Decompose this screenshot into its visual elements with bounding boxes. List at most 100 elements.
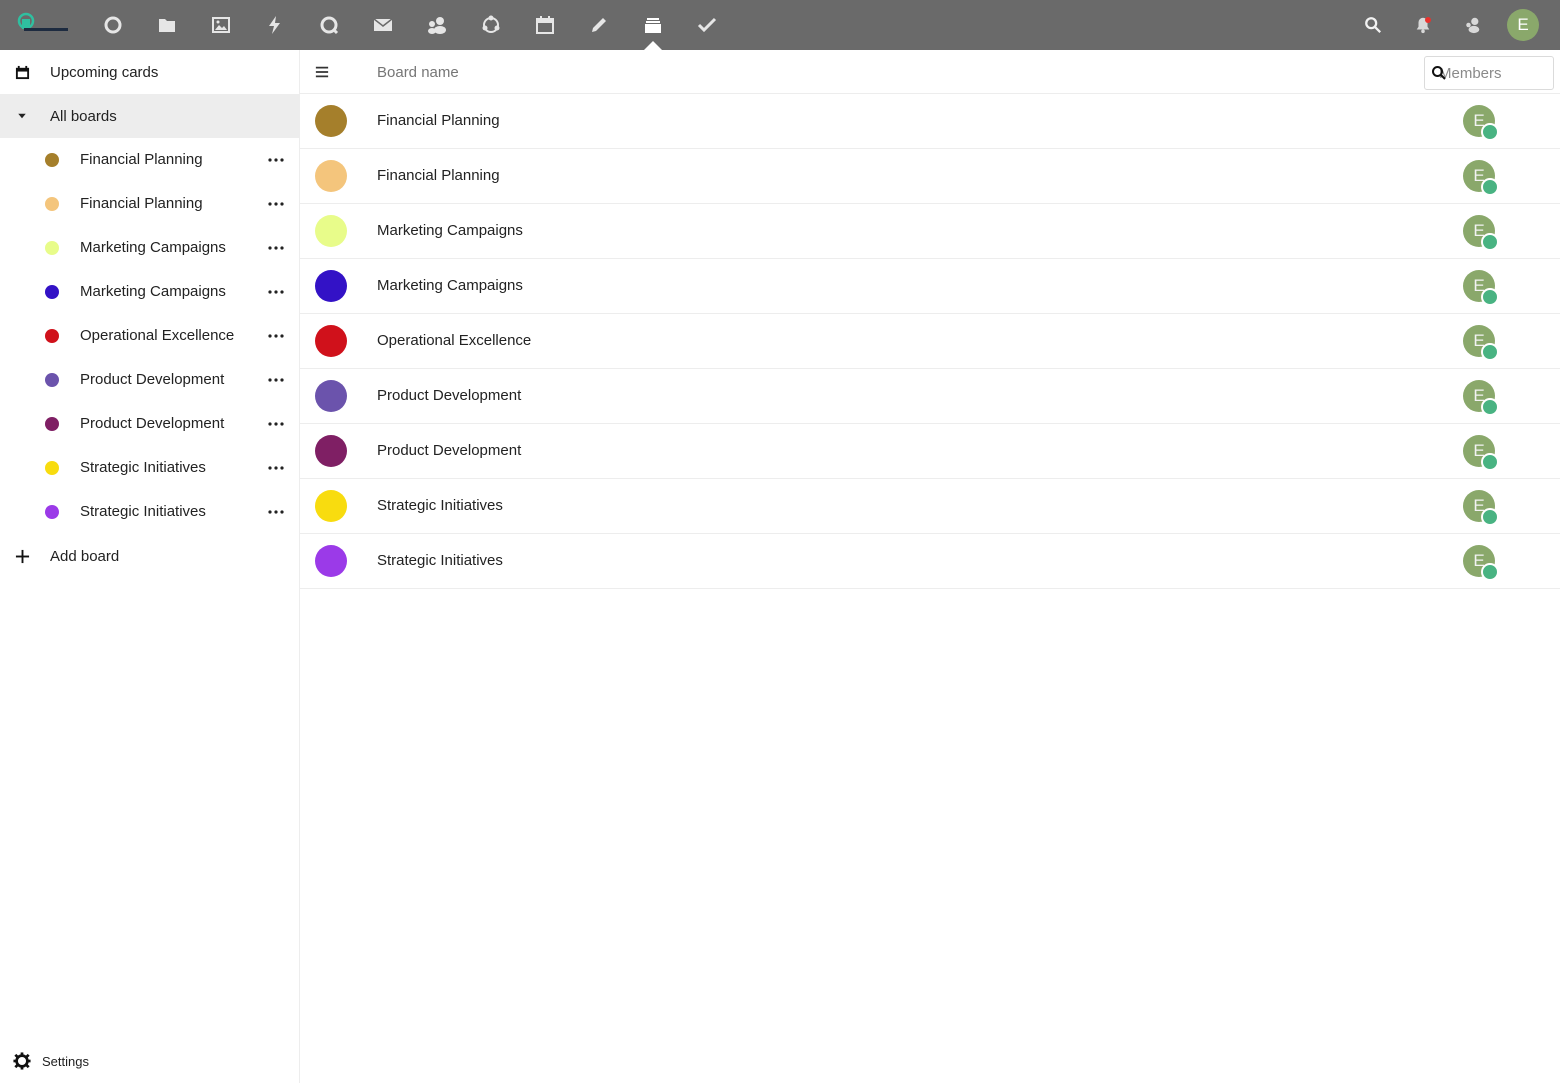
board-table-row[interactable]: Marketing Campaigns E — [300, 204, 1560, 259]
sidebar-board-item[interactable]: Operational Excellence — [0, 314, 299, 358]
nav-upcoming-cards[interactable]: Upcoming cards — [0, 50, 299, 94]
board-table-row[interactable]: Marketing Campaigns E — [300, 259, 1560, 314]
board-table-row[interactable]: Strategic Initiatives E — [300, 479, 1560, 534]
top-bar: E — [0, 0, 1560, 50]
more-options-icon[interactable] — [262, 411, 290, 437]
board-name: Financial Planning — [377, 167, 500, 184]
talk-icon[interactable] — [314, 10, 344, 40]
online-status-badge — [1481, 343, 1499, 361]
board-label: Financial Planning — [80, 195, 203, 212]
notification-badge — [1425, 17, 1431, 23]
board-table-row[interactable]: Financial Planning E — [300, 149, 1560, 204]
more-options-icon[interactable] — [262, 235, 290, 261]
active-app-indicator — [644, 41, 662, 50]
more-options-icon[interactable] — [262, 279, 290, 305]
board-color-circle — [315, 545, 347, 577]
contacts-icon[interactable] — [422, 10, 452, 40]
sidebar-board-item[interactable]: Product Development — [0, 402, 299, 446]
notifications-icon[interactable] — [1408, 10, 1438, 40]
online-status-badge — [1481, 563, 1499, 581]
member-avatar[interactable]: E — [1463, 160, 1499, 196]
more-options-icon[interactable] — [262, 367, 290, 393]
member-avatar[interactable]: E — [1463, 325, 1499, 361]
board-color-circle — [315, 490, 347, 522]
board-color-circle — [315, 325, 347, 357]
board-color-circle — [315, 435, 347, 467]
online-status-badge — [1481, 233, 1499, 251]
board-name: Strategic Initiatives — [377, 497, 503, 514]
board-table-row[interactable]: Product Development E — [300, 424, 1560, 479]
board-label: Strategic Initiatives — [80, 503, 206, 520]
member-avatar[interactable]: E — [1463, 435, 1499, 471]
activity-icon[interactable] — [260, 10, 290, 40]
more-options-icon[interactable] — [262, 191, 290, 217]
board-name: Financial Planning — [377, 112, 500, 129]
member-avatar[interactable]: E — [1463, 270, 1499, 306]
board-name: Strategic Initiatives — [377, 552, 503, 569]
board-name: Operational Excellence — [377, 332, 532, 349]
member-avatar[interactable]: E — [1463, 545, 1499, 581]
circles-icon[interactable] — [476, 10, 506, 40]
member-avatar[interactable]: E — [1463, 215, 1499, 251]
deck-icon[interactable] — [638, 10, 668, 40]
board-table-row[interactable]: Strategic Initiatives E — [300, 534, 1560, 589]
sidebar-board-item[interactable]: Financial Planning — [0, 138, 299, 182]
collapse-triangle-icon[interactable] — [14, 108, 30, 124]
board-name: Marketing Campaigns — [377, 277, 523, 294]
photos-icon[interactable] — [206, 10, 236, 40]
board-label: Strategic Initiatives — [80, 459, 206, 476]
nav-upcoming-label: Upcoming cards — [50, 63, 159, 81]
tasks-icon[interactable] — [692, 10, 722, 40]
files-icon[interactable] — [152, 10, 182, 40]
board-label: Marketing Campaigns — [80, 239, 226, 256]
board-table-row[interactable]: Operational Excellence E — [300, 314, 1560, 369]
members-filter[interactable] — [1424, 56, 1554, 90]
calendar-icon[interactable] — [530, 10, 560, 40]
contacts-menu-icon[interactable] — [1458, 10, 1488, 40]
table-header: Board name — [300, 50, 1560, 94]
sidebar-board-item[interactable]: Financial Planning — [0, 182, 299, 226]
online-status-badge — [1481, 398, 1499, 416]
more-options-icon[interactable] — [262, 455, 290, 481]
nav-all-boards[interactable]: All boards — [0, 94, 299, 138]
user-avatar[interactable]: E — [1507, 9, 1539, 41]
notes-icon[interactable] — [584, 10, 614, 40]
sidebar-board-item[interactable]: Strategic Initiatives — [0, 446, 299, 490]
board-color-dot — [45, 197, 59, 211]
sidebar-board-item[interactable]: Strategic Initiatives — [0, 490, 299, 534]
column-header-board-name: Board name — [377, 64, 459, 81]
online-status-badge — [1481, 123, 1499, 141]
main-content: Board name Financial PlanningEFinancial … — [300, 50, 1560, 1083]
board-color-dot — [45, 241, 59, 255]
nav-all-boards-label: All boards — [50, 107, 117, 125]
board-color-dot — [45, 329, 59, 343]
board-label: Marketing Campaigns — [80, 283, 226, 300]
member-avatar[interactable]: E — [1463, 380, 1499, 416]
board-label: Product Development — [80, 371, 225, 388]
logo[interactable] — [14, 10, 70, 40]
board-color-dot — [45, 505, 59, 519]
board-name: Product Development — [377, 387, 522, 404]
sidebar-board-item[interactable]: Marketing Campaigns — [0, 226, 299, 270]
more-options-icon[interactable] — [262, 499, 290, 525]
board-color-circle — [315, 270, 347, 302]
mail-icon[interactable] — [368, 10, 398, 40]
more-options-icon[interactable] — [262, 147, 290, 173]
more-options-icon[interactable] — [262, 323, 290, 349]
hamburger-menu-icon[interactable] — [312, 62, 332, 82]
sidebar-board-item[interactable]: Product Development — [0, 358, 299, 402]
add-board-button[interactable]: Add board — [0, 534, 299, 578]
board-table-row[interactable]: Financial Planning E — [300, 94, 1560, 149]
member-avatar[interactable]: E — [1463, 490, 1499, 526]
search-icon[interactable] — [1358, 10, 1388, 40]
add-board-label: Add board — [50, 547, 120, 565]
board-color-circle — [315, 105, 347, 137]
member-avatar[interactable]: E — [1463, 105, 1499, 141]
gear-icon — [13, 1052, 31, 1070]
board-color-circle — [315, 160, 347, 192]
settings-button[interactable]: Settings — [0, 1040, 299, 1082]
board-table-row[interactable]: Product Development E — [300, 369, 1560, 424]
dashboard-icon[interactable] — [98, 10, 128, 40]
sidebar-board-item[interactable]: Marketing Campaigns — [0, 270, 299, 314]
settings-label: Settings — [42, 1054, 89, 1069]
